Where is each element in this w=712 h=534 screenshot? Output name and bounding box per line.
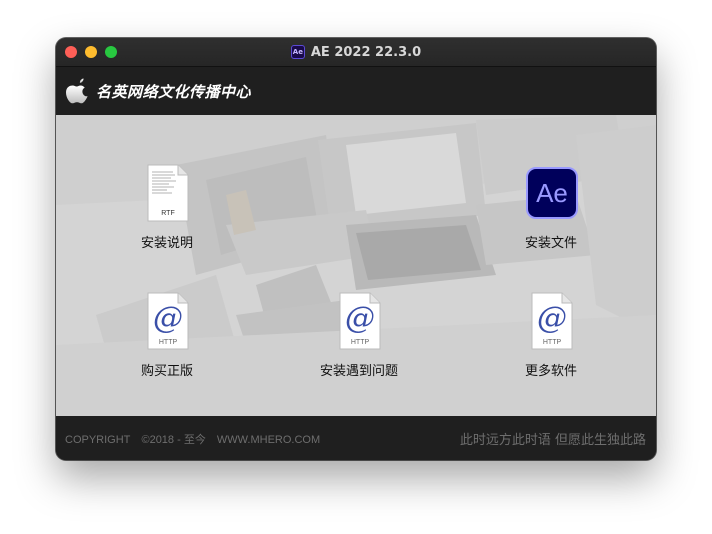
brand-name: 名英网络文化传播中心: [96, 83, 252, 101]
install-problems-label: 安装遇到问题: [319, 364, 398, 379]
svg-text:HTTP: HTTP: [543, 339, 562, 346]
svg-text:@: @: [537, 301, 567, 336]
http-link-icon: @ HTTP: [329, 290, 389, 352]
footer-motto: 此时远方此时语 但愿此生独此路: [459, 433, 646, 448]
more-software-item[interactable]: @ HTTP 更多软件: [491, 290, 611, 379]
rtf-document-icon: RTF: [137, 162, 197, 224]
after-effects-icon: Ae: [521, 162, 581, 224]
footer: COPYRIGHT ©2018 - 至今 WWW.MHERO.COM 此时远方此…: [56, 416, 656, 460]
install-notes-label: 安装说明: [140, 236, 193, 251]
copyright-text: COPYRIGHT: [65, 434, 131, 446]
launcher-panel: RTF 安装说明 Ae 安装文件 @ HTTP 购买正版 @ HTTP 安装遇到…: [56, 115, 656, 416]
title-bar[interactable]: Ae AE 2022 22.3.0: [56, 38, 656, 67]
svg-text:HTTP: HTTP: [159, 339, 178, 346]
install-problems-item[interactable]: @ HTTP 安装遇到问题: [299, 290, 419, 379]
window-title: AE 2022 22.3.0: [310, 44, 422, 60]
http-link-icon: @ HTTP: [521, 290, 581, 352]
install-files-item[interactable]: Ae 安装文件: [491, 162, 611, 251]
window-title-group: Ae AE 2022 22.3.0: [56, 38, 656, 66]
install-notes-item[interactable]: RTF 安装说明: [107, 162, 227, 251]
install-files-label: 安装文件: [524, 236, 577, 251]
svg-text:RTF: RTF: [161, 210, 174, 217]
copyright-years: ©2018 - 至今: [141, 434, 206, 446]
after-effects-small-icon: Ae: [290, 45, 305, 59]
apple-icon: [66, 78, 88, 104]
buy-genuine-item[interactable]: @ HTTP 购买正版: [107, 290, 227, 379]
svg-text:HTTP: HTTP: [351, 339, 370, 346]
more-software-label: 更多软件: [524, 364, 577, 379]
brand-header: 名英网络文化传播中心: [56, 67, 656, 115]
website-link[interactable]: WWW.MHERO.COM: [217, 434, 320, 446]
installer-window: Ae AE 2022 22.3.0 名英网络文化传播中心 RTF 安装说明 Ae…: [56, 38, 656, 460]
http-link-icon: @ HTTP: [137, 290, 197, 352]
svg-text:@: @: [153, 301, 183, 336]
copyright-line: COPYRIGHT ©2018 - 至今 WWW.MHERO.COM: [65, 431, 328, 447]
buy-genuine-label: 购买正版: [140, 364, 193, 379]
svg-text:@: @: [345, 301, 375, 336]
